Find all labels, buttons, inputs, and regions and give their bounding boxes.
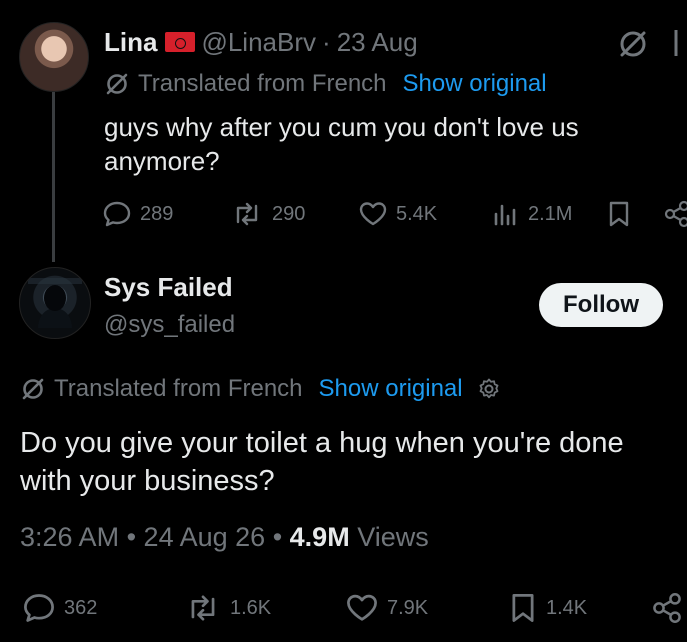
share-button[interactable] [652, 592, 687, 624]
separator-dot: • [272, 522, 290, 552]
views-count: 2.1M [528, 202, 573, 225]
bookmark-icon [508, 592, 546, 624]
like-count: 5.4K [396, 202, 438, 225]
avatar[interactable] [19, 267, 91, 339]
translation-notice: Translated from French Show original [20, 374, 501, 404]
tweet-text: Do you give your toilet a hug when you'r… [20, 427, 624, 497]
grok-icon[interactable] [616, 27, 650, 61]
translate-icon [20, 376, 46, 402]
repost-count: 290 [272, 202, 306, 225]
views-label: Views [357, 522, 429, 552]
translate-icon [104, 71, 130, 97]
translated-label: Translated from French [54, 375, 303, 402]
reply-count: 362 [64, 596, 98, 619]
reply-icon [102, 200, 140, 228]
reply-count: 289 [140, 202, 174, 225]
post-date[interactable]: 24 Aug 26 [144, 522, 266, 552]
separator-dot: · [322, 27, 331, 57]
repost-button[interactable]: 1.6K [184, 592, 271, 624]
like-icon [358, 200, 396, 228]
display-name[interactable]: Sys Failed [104, 271, 233, 303]
post-meta: 3:26 AM • 24 Aug 26 • 4.9M Views [20, 520, 429, 554]
action-bar: 289 290 5.4K 2.1M [102, 198, 687, 232]
like-button[interactable]: 7.9K [345, 592, 428, 624]
flag-icon [165, 32, 196, 52]
views-button[interactable]: 2.1M [492, 200, 572, 228]
post-time[interactable]: 3:26 AM [20, 522, 119, 552]
like-icon [345, 592, 387, 624]
like-button[interactable]: 5.4K [358, 200, 437, 228]
avatar[interactable] [19, 22, 89, 92]
repost-count: 1.6K [230, 596, 272, 619]
tweet-text: guys why after you cum you don't love us… [104, 112, 579, 176]
translated-label: Translated from French [138, 70, 387, 97]
bookmark-button[interactable]: 1.4K [508, 592, 587, 624]
handle[interactable]: @sys_failed [104, 310, 235, 340]
separator-dot: • [126, 522, 144, 552]
share-icon [652, 592, 687, 624]
bookmark-button[interactable] [606, 200, 640, 228]
settings-icon[interactable] [477, 377, 501, 401]
bookmark-icon [606, 200, 640, 228]
thread-line [52, 92, 55, 262]
tweet-header: Lina @LinaBrv · 23 Aug [104, 26, 418, 58]
action-bar: 362 1.6K 7.9K 1.4K [20, 588, 687, 628]
follow-button[interactable]: Follow [539, 283, 663, 327]
reply-icon [22, 592, 64, 624]
views-icon [492, 200, 528, 228]
post-date[interactable]: 23 Aug [337, 26, 418, 58]
repost-icon [230, 200, 272, 228]
share-icon [664, 200, 687, 228]
reply-button[interactable]: 362 [22, 592, 97, 624]
translation-notice: Translated from French Show original [104, 70, 547, 98]
show-original-link[interactable]: Show original [319, 374, 463, 404]
share-button[interactable] [664, 200, 687, 228]
more-icon[interactable] [666, 26, 686, 60]
display-name[interactable]: Lina [104, 26, 157, 58]
bookmark-count: 1.4K [546, 596, 588, 619]
like-count: 7.9K [387, 596, 429, 619]
repost-button[interactable]: 290 [230, 200, 305, 228]
repost-icon [184, 592, 230, 624]
show-original-link[interactable]: Show original [403, 70, 547, 98]
handle[interactable]: @LinaBrv [201, 26, 316, 58]
reply-button[interactable]: 289 [102, 200, 173, 228]
views-count: 4.9M [289, 522, 350, 552]
